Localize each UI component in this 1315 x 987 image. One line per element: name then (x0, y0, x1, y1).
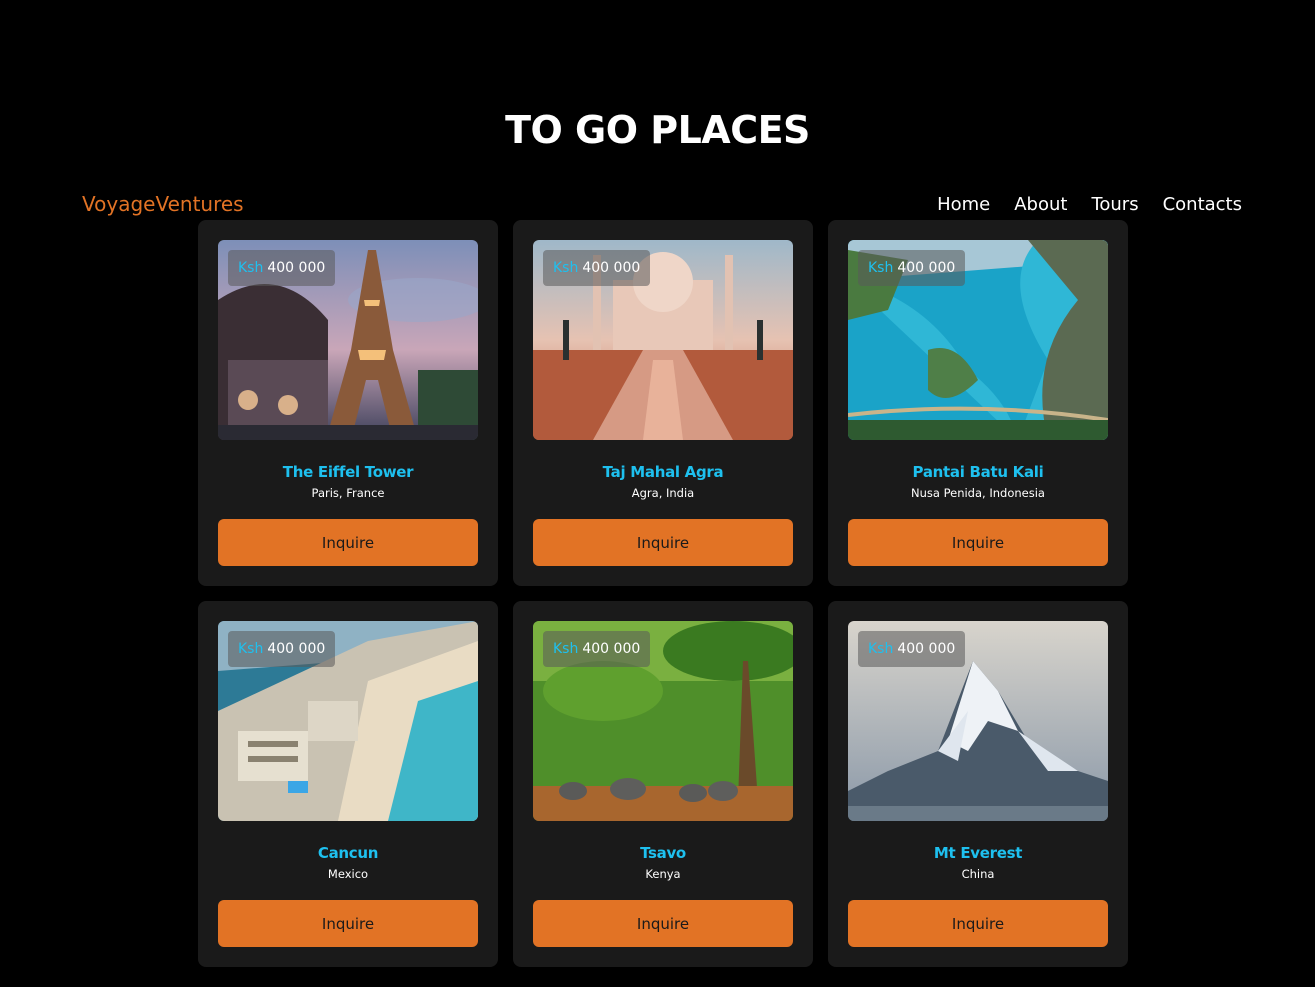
price-value: 400 000 (267, 260, 326, 276)
nav-contacts[interactable]: Contacts (1163, 191, 1242, 219)
main-nav: Home About Tours Contacts (937, 191, 1242, 219)
currency-label: Ksh (553, 260, 579, 276)
destination-location: China (961, 867, 995, 881)
destination-name: Pantai Batu Kali (912, 463, 1044, 481)
price-badge: Ksh 400 000 (858, 631, 966, 667)
inquire-button[interactable]: Inquire (218, 900, 478, 947)
page: TO GO PLACES VoyageVentures Home About T… (0, 0, 1315, 987)
destination-location: Nusa Penida, Indonesia (911, 486, 1045, 500)
price-value: 400 000 (267, 641, 326, 657)
nav-tours[interactable]: Tours (1091, 191, 1138, 219)
inquire-button[interactable]: Inquire (848, 900, 1108, 947)
price-badge: Ksh 400 000 (228, 250, 336, 286)
currency-label: Ksh (868, 641, 894, 657)
destination-name: Cancun (317, 844, 379, 862)
page-title: TO GO PLACES (505, 108, 810, 152)
destination-location: Agra, India (631, 486, 695, 500)
price-badge: Ksh 400 000 (543, 631, 651, 667)
inquire-button[interactable]: Inquire (848, 519, 1108, 566)
destination-location: Mexico (327, 867, 369, 881)
price-value: 400 000 (897, 641, 956, 657)
inquire-button[interactable]: Inquire (533, 519, 793, 566)
destination-location: Paris, France (311, 486, 385, 500)
currency-label: Ksh (868, 260, 894, 276)
currency-label: Ksh (553, 641, 579, 657)
destination-location: Kenya (645, 867, 681, 881)
destination-card: Ksh 400 000 The Eiffel Tower Paris, Franc… (198, 220, 498, 586)
price-value: 400 000 (582, 260, 641, 276)
inquire-button[interactable]: Inquire (218, 519, 478, 566)
destination-name: The Eiffel Tower (282, 463, 414, 481)
eiffel-tower-photo: Ksh 400 000 (218, 240, 478, 440)
nav-about[interactable]: About (1014, 191, 1067, 219)
price-badge: Ksh 400 000 (228, 631, 336, 667)
price-value: 400 000 (897, 260, 956, 276)
currency-label: Ksh (238, 641, 264, 657)
destination-name: Tsavo (640, 844, 686, 862)
pantai-batu-kali-photo: Ksh 400 000 (848, 240, 1108, 440)
price-badge: Ksh 400 000 (543, 250, 651, 286)
nav-home[interactable]: Home (937, 191, 990, 219)
brand-logo[interactable]: VoyageVentures (82, 190, 244, 218)
destination-name: Taj Mahal Agra (602, 463, 724, 481)
inquire-button[interactable]: Inquire (533, 900, 793, 947)
destination-grid: Ksh 400 000 The Eiffel Tower Paris, Franc… (198, 220, 1128, 967)
mt-everest-photo: Ksh 400 000 (848, 621, 1108, 821)
destination-card: Ksh 400 000 Cancun Mexico Inquire (198, 601, 498, 967)
destination-card: Ksh 400 000 Tsavo Kenya Inquire (513, 601, 813, 967)
destination-card: Ksh 400 000 Mt Everest China Inquire (828, 601, 1128, 967)
currency-label: Ksh (238, 260, 264, 276)
price-badge: Ksh 400 000 (858, 250, 966, 286)
destination-name: Mt Everest (933, 844, 1023, 862)
taj-mahal-photo: Ksh 400 000 (533, 240, 793, 440)
cancun-photo: Ksh 400 000 (218, 621, 478, 821)
destination-card: Ksh 400 000 Taj Mahal Agra Agra, India In… (513, 220, 813, 586)
price-value: 400 000 (582, 641, 641, 657)
destination-card: Ksh 400 000 Pantai Batu Kali Nusa Penida,… (828, 220, 1128, 586)
tsavo-photo: Ksh 400 000 (533, 621, 793, 821)
